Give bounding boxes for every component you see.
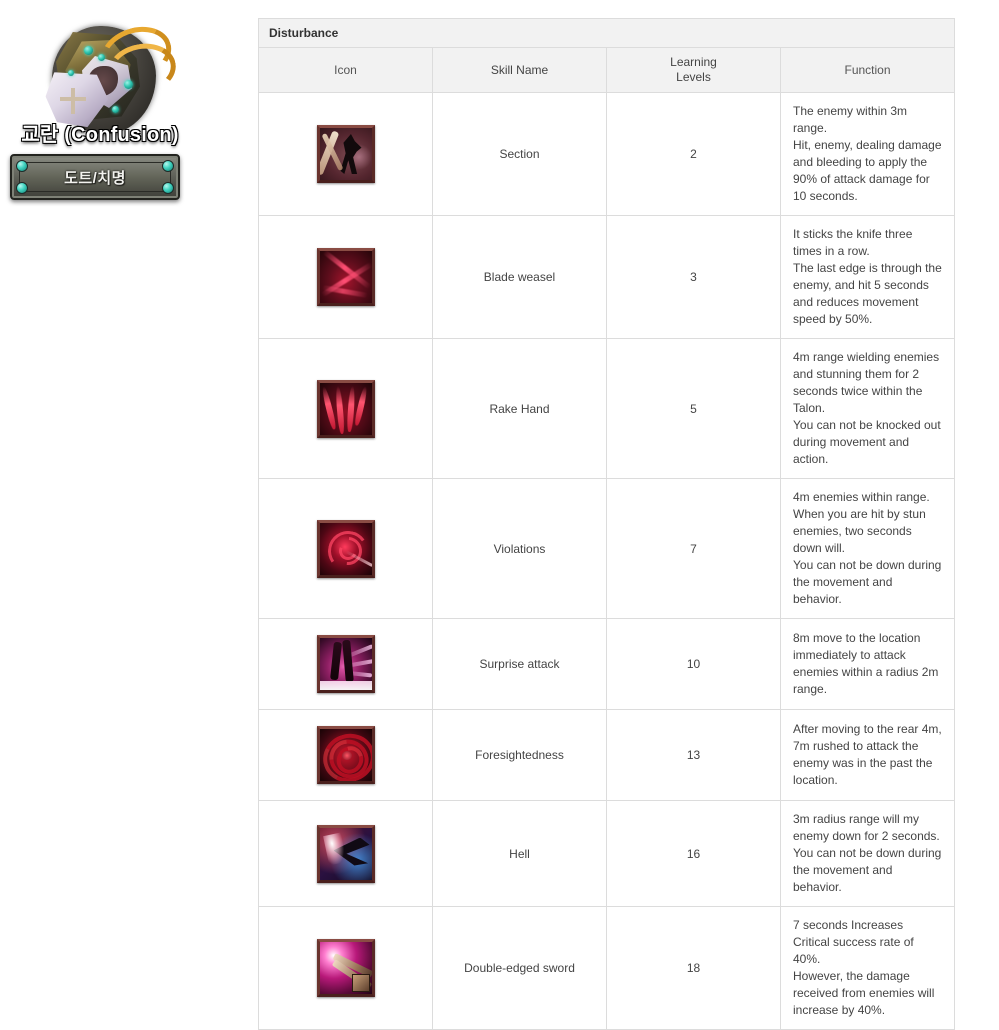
skill-name: Hell [432, 800, 607, 907]
skill-name: Surprise attack [432, 618, 607, 710]
skill-icon-cell [258, 618, 433, 710]
skill-icon-violations [316, 519, 375, 578]
skill-level: 13 [606, 709, 781, 801]
skill-function-cell: 3m radius range will my enemy down for 2… [780, 800, 955, 907]
table-row: Blade weasel 3 It sticks the knife three… [258, 215, 955, 339]
table-row: Violations 7 4m enemies within range. Wh… [258, 478, 955, 619]
skill-function-cell: After moving to the rear 4m, 7m rushed t… [780, 709, 955, 801]
skill-icon-section [316, 125, 375, 183]
skill-icon-surprise-attack [316, 635, 375, 693]
emblem-gem-icon [98, 54, 105, 61]
emblem-sigil-icon [60, 88, 86, 114]
skill-icon-double-edged-sword [316, 939, 375, 997]
skill-icon-cell [258, 92, 433, 216]
column-header-icon: Icon [258, 47, 433, 93]
skill-function-cell: 8m move to the location immediately to a… [780, 618, 955, 710]
skill-function: 4m range wielding enemies and stunning t… [793, 350, 941, 466]
skill-level: 5 [606, 338, 781, 479]
skill-function-cell: 4m range wielding enemies and stunning t… [780, 338, 955, 479]
skill-name: Rake Hand [432, 338, 607, 479]
skill-name: Blade weasel [432, 215, 607, 339]
skill-table: Disturbance Icon Skill Name Learning Lev… [258, 18, 955, 1030]
emblem-gem-icon [68, 70, 74, 76]
skill-icon-foresightedness [316, 726, 375, 784]
skill-icon-rake-hand [316, 379, 375, 438]
table-row: Section 2 The enemy within 3m range. Hit… [258, 92, 955, 216]
class-subtitle-banner: 도트/치명 [10, 154, 180, 200]
column-header-skill-name: Skill Name [432, 47, 607, 93]
skill-function: It sticks the knife three times in a row… [793, 227, 942, 326]
skill-table-body: Section 2 The enemy within 3m range. Hit… [258, 92, 955, 1030]
table-row: Foresightedness 13 After moving to the r… [258, 709, 955, 801]
skill-function: 3m radius range will my enemy down for 2… [793, 812, 942, 894]
skill-icon-cell [258, 800, 433, 907]
skill-level: 18 [606, 906, 781, 1030]
table-row: Hell 16 3m radius range will my enemy do… [258, 800, 955, 907]
skill-icon-cell [258, 709, 433, 801]
skill-icon-cell [258, 906, 433, 1030]
emblem-gem-icon [124, 80, 133, 89]
banner-gem-icon [16, 160, 28, 172]
table-row: Double-edged sword 18 7 seconds Increase… [258, 906, 955, 1030]
skill-function: After moving to the rear 4m, 7m rushed t… [793, 722, 942, 787]
skill-function-cell: It sticks the knife three times in a row… [780, 215, 955, 339]
class-emblem-panel: 교란 (Confusion) 도트/치명 [0, 0, 250, 220]
table-row: Rake Hand 5 4m range wielding enemies an… [258, 338, 955, 479]
class-subtitle-label: 도트/치명 [64, 169, 126, 187]
emblem-gem-icon [112, 106, 119, 113]
column-header-learning-levels: Learning Levels [606, 47, 781, 93]
column-header-function: Function [780, 47, 955, 93]
table-caption: Disturbance [258, 18, 955, 48]
skill-function: 8m move to the location immediately to a… [793, 631, 939, 696]
skill-function: The enemy within 3m range. Hit, enemy, d… [793, 104, 942, 203]
skill-name: Double-edged sword [432, 906, 607, 1030]
banner-gem-icon [162, 182, 174, 194]
skill-icon-hell [316, 824, 375, 883]
banner-gem-icon [162, 160, 174, 172]
skill-function-cell: The enemy within 3m range. Hit, enemy, d… [780, 92, 955, 216]
table-header-row: Icon Skill Name Learning Levels Function [258, 47, 955, 93]
skill-level: 2 [606, 92, 781, 216]
table-row: Surprise attack 10 8m move to the locati… [258, 618, 955, 710]
skill-level: 7 [606, 478, 781, 619]
skill-name: Foresightedness [432, 709, 607, 801]
skill-level: 3 [606, 215, 781, 339]
skill-table-container: Disturbance Icon Skill Name Learning Lev… [258, 18, 955, 1030]
class-title: 교란 (Confusion) [21, 124, 179, 146]
skill-name: Violations [432, 478, 607, 619]
skill-name: Section [432, 92, 607, 216]
emblem-gem-icon [84, 46, 93, 55]
skill-function: 4m enemies within range. When you are hi… [793, 490, 942, 606]
skill-icon-cell [258, 478, 433, 619]
skill-level: 16 [606, 800, 781, 907]
skill-icon-cell [258, 215, 433, 339]
skill-level: 10 [606, 618, 781, 710]
skill-icon-cell [258, 338, 433, 479]
banner-gem-icon [16, 182, 28, 194]
table-caption-row: Disturbance [258, 18, 955, 48]
skill-function-cell: 4m enemies within range. When you are hi… [780, 478, 955, 619]
skill-function: 7 seconds Increases Critical success rat… [793, 918, 935, 1017]
skill-function-cell: 7 seconds Increases Critical success rat… [780, 906, 955, 1030]
skill-icon-blade-weasel [316, 248, 375, 306]
